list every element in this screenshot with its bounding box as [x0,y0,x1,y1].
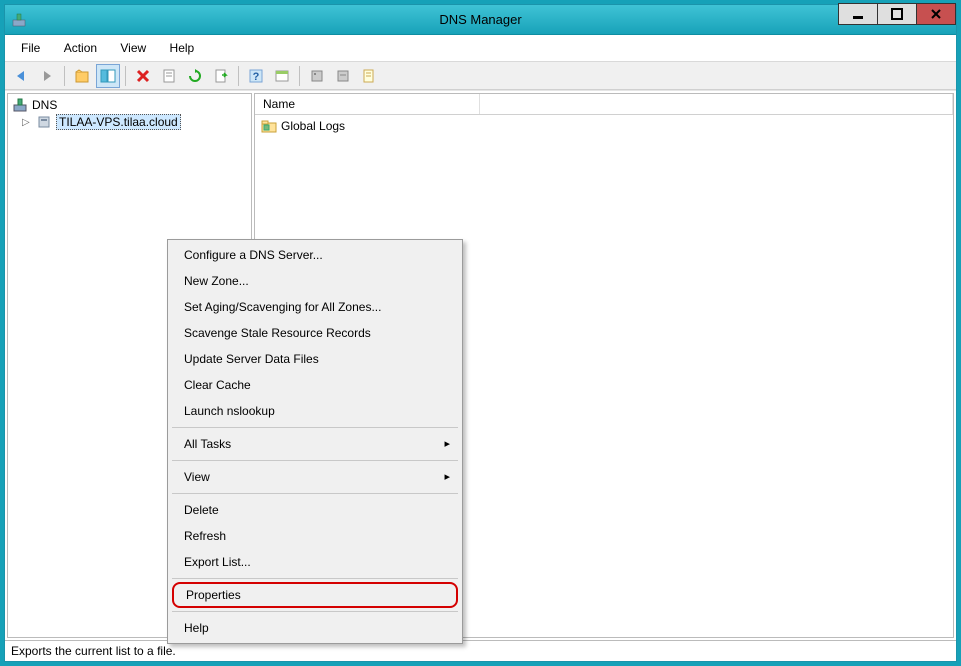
app-icon [11,12,27,28]
cm-separator [172,460,458,461]
cm-all-tasks[interactable]: All Tasks [170,431,460,457]
menu-file[interactable]: File [11,39,50,57]
close-button[interactable] [916,3,956,25]
window-controls [839,3,956,25]
cm-nslookup[interactable]: Launch nslookup [170,398,460,424]
cm-delete[interactable]: Delete [170,497,460,523]
show-tree-button[interactable] [96,64,120,88]
minimize-button[interactable] [838,3,878,25]
cm-separator [172,611,458,612]
menu-action[interactable]: Action [54,39,107,57]
help-button[interactable]: ? [244,64,268,88]
toolbar-separator [64,66,65,86]
export-button[interactable] [209,64,233,88]
toolbar: ? [5,62,956,90]
cm-separator [172,578,458,579]
svg-text:?: ? [253,71,260,83]
cm-separator [172,493,458,494]
context-menu: Configure a DNS Server... New Zone... Se… [167,239,463,644]
back-button[interactable] [9,64,33,88]
tree-root-label: DNS [32,98,57,112]
list-item-global-logs[interactable]: Global Logs [261,117,947,135]
cm-export-list[interactable]: Export List... [170,549,460,575]
cm-set-aging[interactable]: Set Aging/Scavenging for All Zones... [170,294,460,320]
server-icon [36,114,52,130]
tree-root-dns[interactable]: DNS [12,96,247,114]
content-area: DNS ▷ TILAA-VPS.tilaa.cloud Name [5,90,956,640]
properties-button[interactable] [157,64,181,88]
tree-server-label: TILAA-VPS.tilaa.cloud [56,114,181,130]
window-title: DNS Manager [5,12,956,27]
cm-refresh[interactable]: Refresh [170,523,460,549]
titlebar: DNS Manager [5,5,956,35]
column-spacer [480,94,953,114]
cm-separator [172,427,458,428]
cm-properties[interactable]: Properties [172,582,458,608]
refresh-button[interactable] [183,64,207,88]
toolbar-separator [125,66,126,86]
tree-server-node[interactable]: ▷ TILAA-VPS.tilaa.cloud [20,114,247,130]
up-button[interactable] [70,64,94,88]
cm-update-files[interactable]: Update Server Data Files [170,346,460,372]
server-button-1[interactable] [305,64,329,88]
delete-button[interactable] [131,64,155,88]
list-header: Name [255,94,953,115]
cm-help[interactable]: Help [170,615,460,641]
list-item-label: Global Logs [281,119,345,133]
cm-clear-cache[interactable]: Clear Cache [170,372,460,398]
toolbar-separator [238,66,239,86]
cm-new-zone[interactable]: New Zone... [170,268,460,294]
server-button-2[interactable] [331,64,355,88]
app-window: DNS Manager File Action View Help [4,4,957,662]
maximize-button[interactable] [877,3,917,25]
statusbar: Exports the current list to a file. [5,640,956,661]
forward-button[interactable] [35,64,59,88]
expand-icon[interactable]: ▷ [22,117,32,128]
dns-icon [12,97,28,113]
menu-help[interactable]: Help [160,39,205,57]
filter-button[interactable] [270,64,294,88]
cm-scavenge[interactable]: Scavenge Stale Resource Records [170,320,460,346]
server-button-3[interactable] [357,64,381,88]
cm-view[interactable]: View [170,464,460,490]
status-text: Exports the current list to a file. [11,644,176,658]
toolbar-separator [299,66,300,86]
folder-icon [261,118,277,134]
cm-configure-dns[interactable]: Configure a DNS Server... [170,242,460,268]
column-name[interactable]: Name [255,94,480,114]
menubar: File Action View Help [5,35,956,62]
menu-view[interactable]: View [110,39,156,57]
